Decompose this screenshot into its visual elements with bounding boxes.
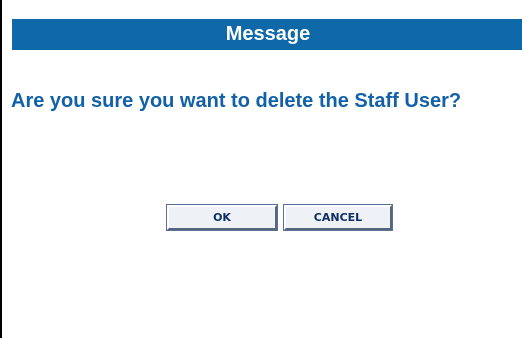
confirmation-message: Are you sure you want to delete the Staf… (11, 90, 462, 112)
ok-button[interactable]: OK (166, 204, 278, 231)
confirm-delete-dialog: Message Are you sure you want to delete … (0, 0, 522, 338)
dialog-title: Message (12, 19, 522, 50)
cancel-button[interactable]: CANCEL (283, 204, 393, 231)
